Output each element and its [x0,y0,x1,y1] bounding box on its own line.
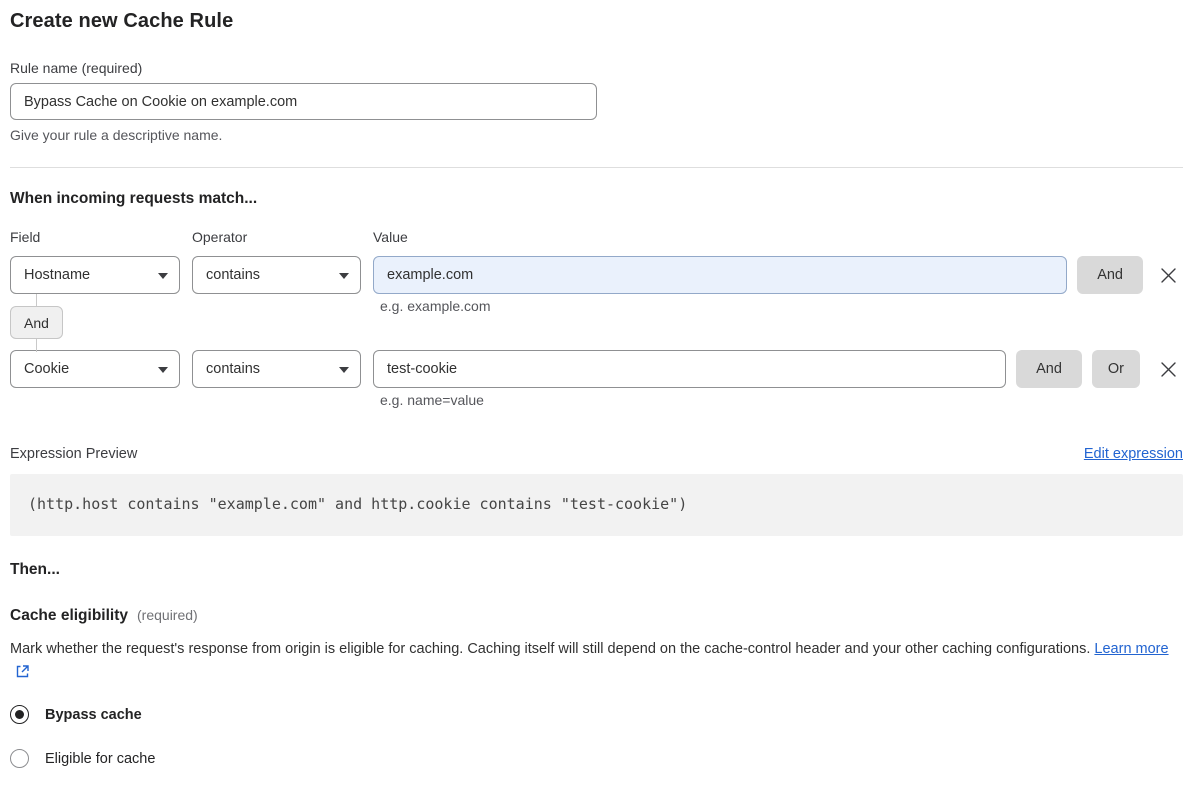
rule-name-input[interactable] [10,83,597,120]
value-helper-2: e.g. name=value [380,392,484,408]
operator-select-1-value: contains [206,267,261,283]
match-heading: When incoming requests match... [10,190,258,207]
close-icon [1160,267,1176,283]
remove-condition-button-1[interactable] [1153,256,1183,294]
edit-expression-link[interactable]: Edit expression [1084,446,1183,462]
operator-select-1[interactable]: contains [192,256,361,294]
field-select-2[interactable]: Cookie [10,350,180,388]
match-row-2: Cookie contains e.g. name=value And Or [10,350,1183,408]
match-row-1: Hostname contains e.g. example.com And [10,256,1183,314]
rule-name-label: Rule name (required) [10,60,143,76]
create-cache-rule-page: Create new Cache Rule Rule name (require… [0,10,1200,768]
match-column-labels: Field Operator Value [10,229,1183,245]
close-icon [1160,361,1176,377]
radio-label-eligible-for-cache: Eligible for cache [45,750,156,767]
chevron-down-icon [158,367,168,373]
and-connector-button[interactable]: And [10,306,63,339]
remove-condition-button-2[interactable] [1153,350,1183,388]
match-rows: Hostname contains e.g. example.com And A… [10,256,1183,408]
and-button-row-2[interactable]: And [1016,350,1082,388]
connector-line-bottom [36,339,37,352]
radio-option-eligible-for-cache[interactable]: Eligible for cache [10,749,1183,768]
section-divider [10,167,1183,168]
radio-unselected-icon [10,749,29,768]
field-column-label: Field [10,229,41,245]
cache-eligibility-heading: Cache eligibility [10,607,129,624]
cache-eligibility-header: Cache eligibility (required) [10,607,1183,625]
radio-label-bypass-cache: Bypass cache [45,706,142,723]
field-select-1[interactable]: Hostname [10,256,180,294]
field-select-1-value: Hostname [24,267,91,283]
value-helper-1: e.g. example.com [380,298,491,314]
operator-select-2-value: contains [206,361,261,377]
chevron-down-icon [339,273,349,279]
operator-select-2[interactable]: contains [192,350,361,388]
radio-selected-icon [10,705,29,724]
condition-connector: And [10,294,63,352]
value-column-1: e.g. example.com [373,256,1068,314]
or-button-row-2[interactable]: Or [1091,350,1140,388]
radio-option-bypass-cache[interactable]: Bypass cache [10,705,1183,724]
value-input-1[interactable] [373,256,1068,294]
connector-line-top [36,294,37,306]
and-button-row-1[interactable]: And [1077,256,1143,294]
expression-code: (http.host contains "example.com" and ht… [10,474,1183,536]
required-note: (required) [137,607,198,623]
eligibility-description: Mark whether the request's response from… [10,637,1170,685]
page-title: Create new Cache Rule [10,10,234,32]
eligibility-description-text: Mark whether the request's response from… [10,641,1091,657]
value-column-2: e.g. name=value [373,350,1007,408]
chevron-down-icon [339,367,349,373]
value-column-label: Value [373,229,408,245]
expression-preview-header: Expression Preview Edit expression [10,446,1183,462]
then-heading: Then... [10,561,60,578]
external-link-icon [16,665,29,678]
rule-name-helper: Give your rule a descriptive name. [10,127,223,143]
learn-more-link[interactable]: Learn more [1094,641,1168,657]
field-select-2-value: Cookie [24,361,70,377]
value-input-2[interactable] [373,350,1007,388]
chevron-down-icon [158,273,168,279]
expression-preview-label: Expression Preview [10,446,138,462]
operator-column-label: Operator [192,229,248,245]
